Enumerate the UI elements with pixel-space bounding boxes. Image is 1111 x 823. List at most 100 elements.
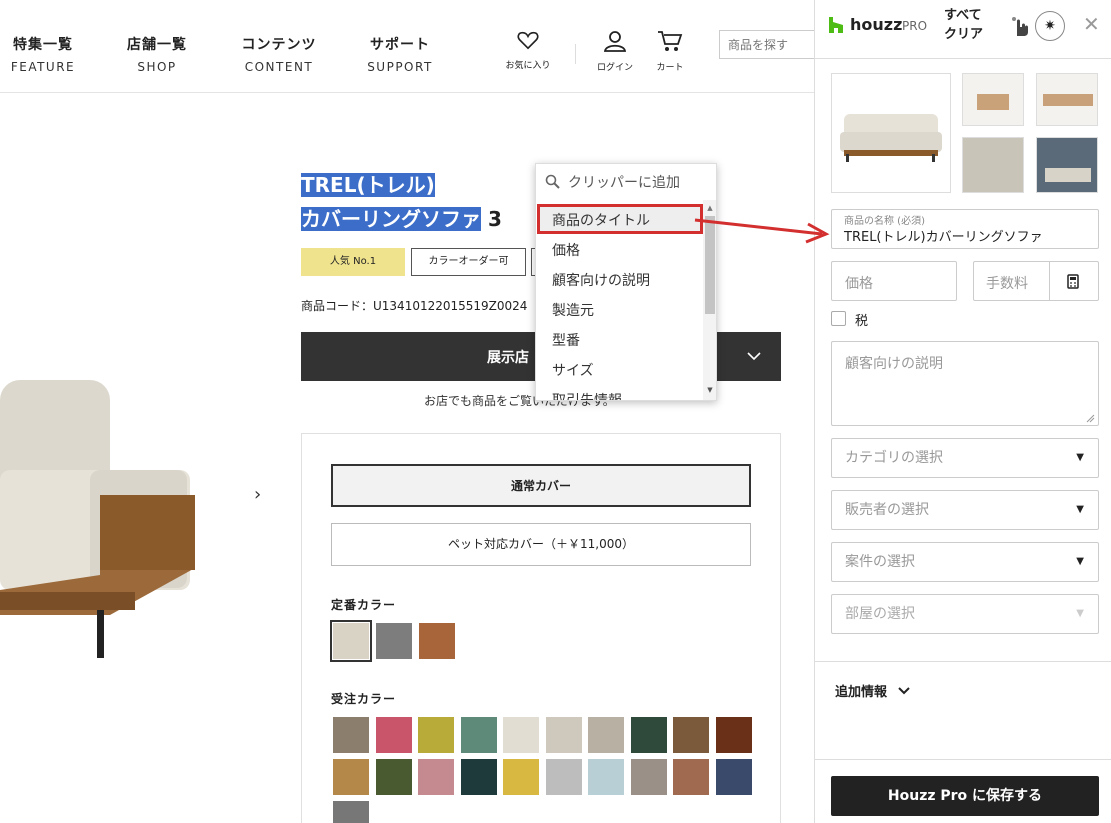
color-swatch[interactable] [715, 717, 752, 753]
image-thumbnail-main[interactable] [831, 73, 951, 193]
nav-support[interactable]: サポート SUPPORT [350, 34, 450, 74]
dropdown-arrow-icon: ▼ [1076, 452, 1084, 463]
seller-select[interactable]: 販売者の選択 ▼ [831, 490, 1099, 530]
settings-icon[interactable]: ✷ [1035, 11, 1065, 41]
image-thumbnail[interactable] [962, 73, 1024, 126]
user-icon [603, 31, 627, 52]
project-select[interactable]: 案件の選択 ▼ [831, 542, 1099, 582]
product-name-field[interactable]: 商品の名称 (必須) TREL(トレル)カバーリングソファ [831, 209, 1099, 249]
nav-label: 特集一覧 [13, 37, 73, 53]
chair-thumbnail [977, 94, 1009, 110]
resize-handle-icon[interactable] [1086, 414, 1095, 423]
selected-title-text: カバーリングソファ [301, 207, 481, 231]
product-code: 商品コード：U13410122015519Z0024 [301, 299, 528, 313]
price-field[interactable]: 価格 [831, 261, 957, 301]
option-standard-cover[interactable]: 通常カバー [331, 464, 751, 507]
cart-link[interactable]: カート [638, 30, 702, 73]
close-icon[interactable]: ✕ [1083, 12, 1100, 36]
dropdown-arrow-icon: ▼ [1076, 556, 1084, 567]
color-swatch[interactable] [503, 759, 539, 795]
color-swatch[interactable] [588, 759, 624, 795]
color-swatch[interactable] [545, 717, 582, 753]
dropdown-item-title[interactable]: 商品のタイトル [552, 210, 650, 230]
color-swatch[interactable] [333, 717, 369, 753]
favorites-link[interactable]: お気に入り [496, 30, 560, 71]
dropdown-item-model[interactable]: 型番 [552, 330, 580, 350]
more-info-label: 追加情報 [835, 685, 888, 700]
houzz-pro-panel: houzz PRO すべて クリア ✷ ✕ 商品の名称 (必須) TREL(トレ… [814, 0, 1111, 823]
dropdown-scrollbar[interactable]: ▲ ▼ [703, 200, 716, 400]
scroll-down-icon: ▼ [707, 386, 713, 394]
favorites-label: お気に入り [505, 61, 551, 71]
color-swatch[interactable] [673, 759, 709, 795]
description-textarea[interactable]: 顧客向けの説明 [831, 341, 1099, 426]
dropdown-item-description[interactable]: 顧客向けの説明 [552, 270, 650, 290]
color-swatch[interactable] [418, 759, 454, 795]
save-to-houzz-button[interactable]: Houzz Pro に保存する [831, 776, 1099, 816]
color-swatch[interactable] [418, 717, 454, 753]
product-title-line1: TREL(トレル) [301, 166, 435, 204]
nav-content[interactable]: コンテンツ CONTENT [229, 34, 329, 74]
color-swatch[interactable] [673, 717, 709, 753]
dropdown-arrow-icon: ▼ [1076, 608, 1084, 619]
fee-placeholder: 手数料 [986, 276, 1028, 292]
color-swatch[interactable] [330, 620, 372, 662]
dropdown-item-size[interactable]: サイズ [552, 360, 594, 380]
category-select[interactable]: カテゴリの選択 ▼ [831, 438, 1099, 478]
color-swatch[interactable] [460, 717, 497, 753]
color-swatch[interactable] [545, 759, 582, 795]
color-swatch[interactable] [460, 759, 497, 795]
select-label: 案件の選択 [845, 554, 915, 570]
color-swatch[interactable] [630, 717, 667, 753]
clipper-dropdown: クリッパーに追加 商品のタイトル 価格 顧客向けの説明 製造元 型番 サイズ 取… [535, 163, 717, 401]
nav-shop[interactable]: 店舗一覧 SHOP [107, 34, 207, 74]
dropdown-item-price[interactable]: 価格 [552, 240, 580, 260]
nav-label: コンテンツ [241, 37, 317, 53]
room-select[interactable]: 部屋の選択 ▼ [831, 594, 1099, 634]
dropdown-arrow-icon: ▼ [1076, 504, 1084, 515]
color-swatch[interactable] [503, 717, 539, 753]
dropdown-item-supplier[interactable]: 取引先情報 [552, 390, 622, 400]
color-swatch[interactable] [375, 717, 412, 753]
standard-color-label: 定番カラー [331, 598, 397, 612]
tax-checkbox[interactable] [831, 311, 846, 326]
room-thumbnail[interactable] [1036, 137, 1098, 193]
dropdown-item-manufacturer[interactable]: 製造元 [552, 300, 594, 320]
calculator-icon[interactable] [1067, 274, 1079, 289]
title-rest: 3 [481, 207, 502, 231]
color-swatch[interactable] [715, 759, 752, 795]
tax-label: 税 [855, 314, 869, 329]
next-image-arrow[interactable]: › [254, 484, 261, 505]
field-divider [1049, 262, 1050, 300]
scroll-up-icon: ▲ [707, 204, 713, 212]
nav-sublabel: CONTENT [244, 60, 314, 74]
image-thumbnail[interactable] [1036, 73, 1098, 126]
brand-suffix: PRO [902, 19, 928, 33]
color-swatch[interactable] [333, 759, 369, 795]
houzz-logo: houzz PRO [829, 15, 927, 37]
scrollbar-thumb[interactable] [705, 216, 715, 314]
select-label: カテゴリの選択 [845, 450, 943, 466]
hand-pointer-icon[interactable] [1009, 15, 1031, 37]
color-swatch[interactable] [630, 759, 667, 795]
color-swatch[interactable] [376, 623, 412, 659]
chevron-down-icon [747, 352, 761, 361]
fabric-thumbnail[interactable] [962, 137, 1024, 193]
panel-divider [815, 58, 1111, 59]
option-pet-cover[interactable]: ペット対応カバー（＋￥11,000） [331, 523, 751, 566]
fee-field[interactable]: 手数料 [973, 261, 1099, 301]
nav-feature[interactable]: 特集一覧 FEATURE [0, 34, 93, 74]
clear-all-label: すべて [944, 8, 982, 23]
nav-sublabel: SUPPORT [367, 60, 433, 74]
sofa-side-thumbnail [1043, 94, 1093, 106]
color-swatch[interactable] [419, 623, 455, 659]
search-input[interactable] [719, 30, 814, 59]
clear-all-button[interactable]: すべて クリア [944, 6, 983, 44]
panel-divider [815, 661, 1111, 662]
more-info-toggle[interactable]: 追加情報 [835, 681, 910, 700]
shop-page: 特集一覧 FEATURE 店舗一覧 SHOP コンテンツ CONTENT サポート SU… [0, 0, 814, 823]
color-swatch[interactable] [333, 801, 369, 823]
product-name-label: 商品の名称 (必須) [844, 216, 925, 227]
color-swatch[interactable] [588, 717, 624, 753]
color-swatch[interactable] [375, 759, 412, 795]
